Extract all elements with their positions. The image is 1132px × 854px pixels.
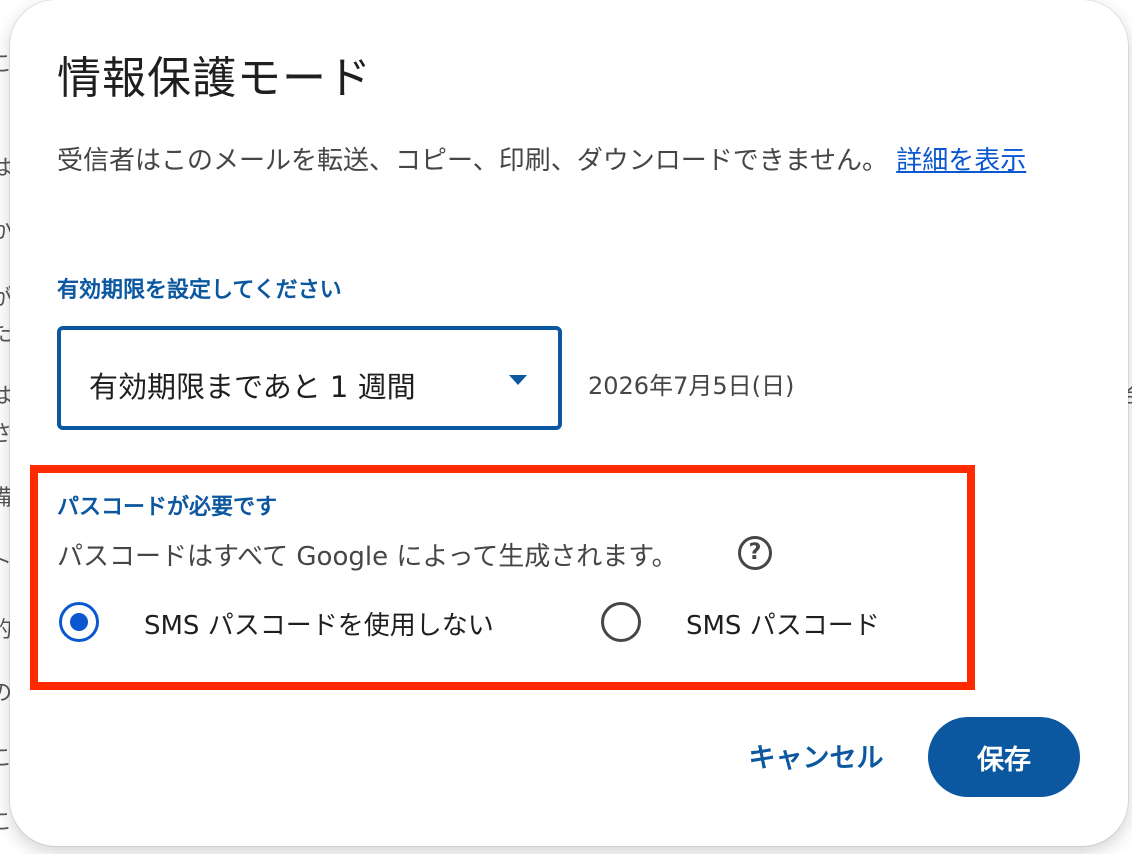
expiry-selected-value: 有効期限まであと 1 週間 [89, 370, 416, 404]
dialog-title: 情報保護モード [57, 53, 372, 104]
save-button[interactable]: 保存 [928, 717, 1080, 797]
confidential-mode-dialog: 情報保護モード 受信者はこのメールを転送、コピー、印刷、ダウンロードできません。… [10, 0, 1128, 846]
help-icon[interactable]: ? [738, 536, 772, 570]
expiry-label: 有効期限を設定してください [57, 278, 342, 303]
dialog-description: 受信者はこのメールを転送、コピー、印刷、ダウンロードできません。 詳細を表示 [57, 140, 1077, 182]
expiry-dropdown[interactable]: 有効期限まであと 1 週間 [57, 326, 562, 430]
details-link[interactable]: 詳細を表示 [896, 146, 1026, 176]
passcode-description: パスコードはすべて Google によって生成されます。 [57, 542, 678, 572]
sms-passcode-label[interactable]: SMS パスコード [686, 605, 880, 642]
description-text: 受信者はこのメールを転送、コピー、印刷、ダウンロードできません。 [57, 146, 888, 176]
expiry-date: 2026年7月5日(日) [588, 372, 795, 400]
no-sms-passcode-radio[interactable] [59, 602, 99, 642]
no-sms-passcode-label[interactable]: SMS パスコードを使用しない [144, 605, 494, 642]
cancel-button[interactable]: キャンセル [736, 722, 896, 788]
passcode-label: パスコードが必要です [57, 495, 278, 520]
caret-down-icon [509, 375, 527, 385]
sms-passcode-radio[interactable] [601, 602, 641, 642]
